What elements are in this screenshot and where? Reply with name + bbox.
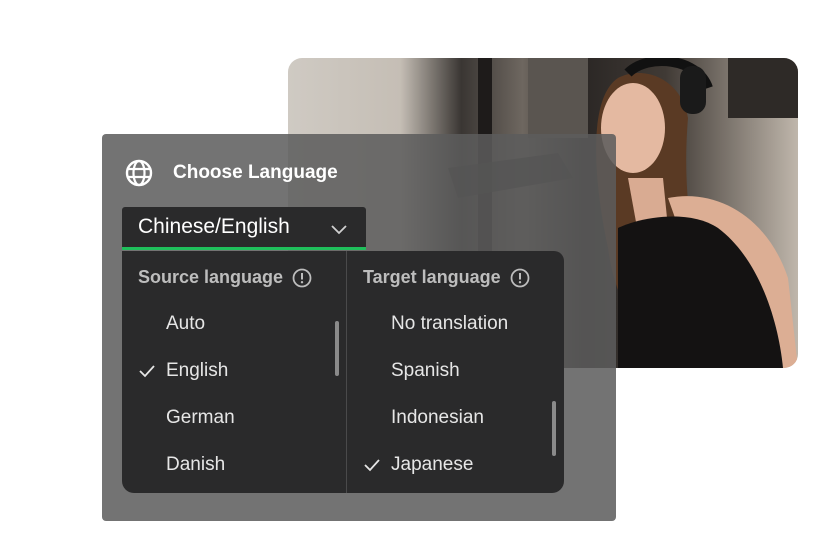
info-icon[interactable] <box>292 268 312 288</box>
info-icon[interactable] <box>510 268 530 288</box>
panel-title: Choose Language <box>173 162 338 183</box>
target-option-indonesian[interactable]: Indonesian <box>391 407 484 429</box>
target-option-no-translation[interactable]: No translation <box>391 313 508 335</box>
check-icon <box>138 364 156 378</box>
language-pair-select[interactable]: Chinese/English <box>122 207 366 250</box>
source-scrollbar[interactable] <box>335 321 339 376</box>
source-language-label: Source language <box>138 267 284 287</box>
choose-language-panel: Choose Language Chinese/English Source l… <box>102 134 616 521</box>
selected-language-pair: Chinese/English <box>138 215 290 238</box>
target-language-label: Target language <box>363 267 501 287</box>
language-dropdown: Source language Auto English German Dani… <box>122 251 564 493</box>
source-option-english[interactable]: English <box>166 360 228 382</box>
globe-icon <box>124 158 154 188</box>
source-option-german[interactable]: German <box>166 407 235 429</box>
source-option-auto[interactable]: Auto <box>166 313 205 335</box>
source-language-header: Source language <box>138 267 312 288</box>
chevron-down-icon <box>330 222 348 235</box>
target-option-japanese[interactable]: Japanese <box>391 454 473 476</box>
source-option-danish[interactable]: Danish <box>166 454 225 476</box>
target-scrollbar[interactable] <box>552 401 556 456</box>
target-language-header: Target language <box>363 267 530 288</box>
target-language-column: Target language No translation Spanish I… <box>347 251 564 493</box>
check-icon <box>363 458 381 472</box>
target-option-spanish[interactable]: Spanish <box>391 360 460 382</box>
source-language-column: Source language Auto English German Dani… <box>122 251 346 493</box>
panel-header: Choose Language <box>124 158 338 188</box>
